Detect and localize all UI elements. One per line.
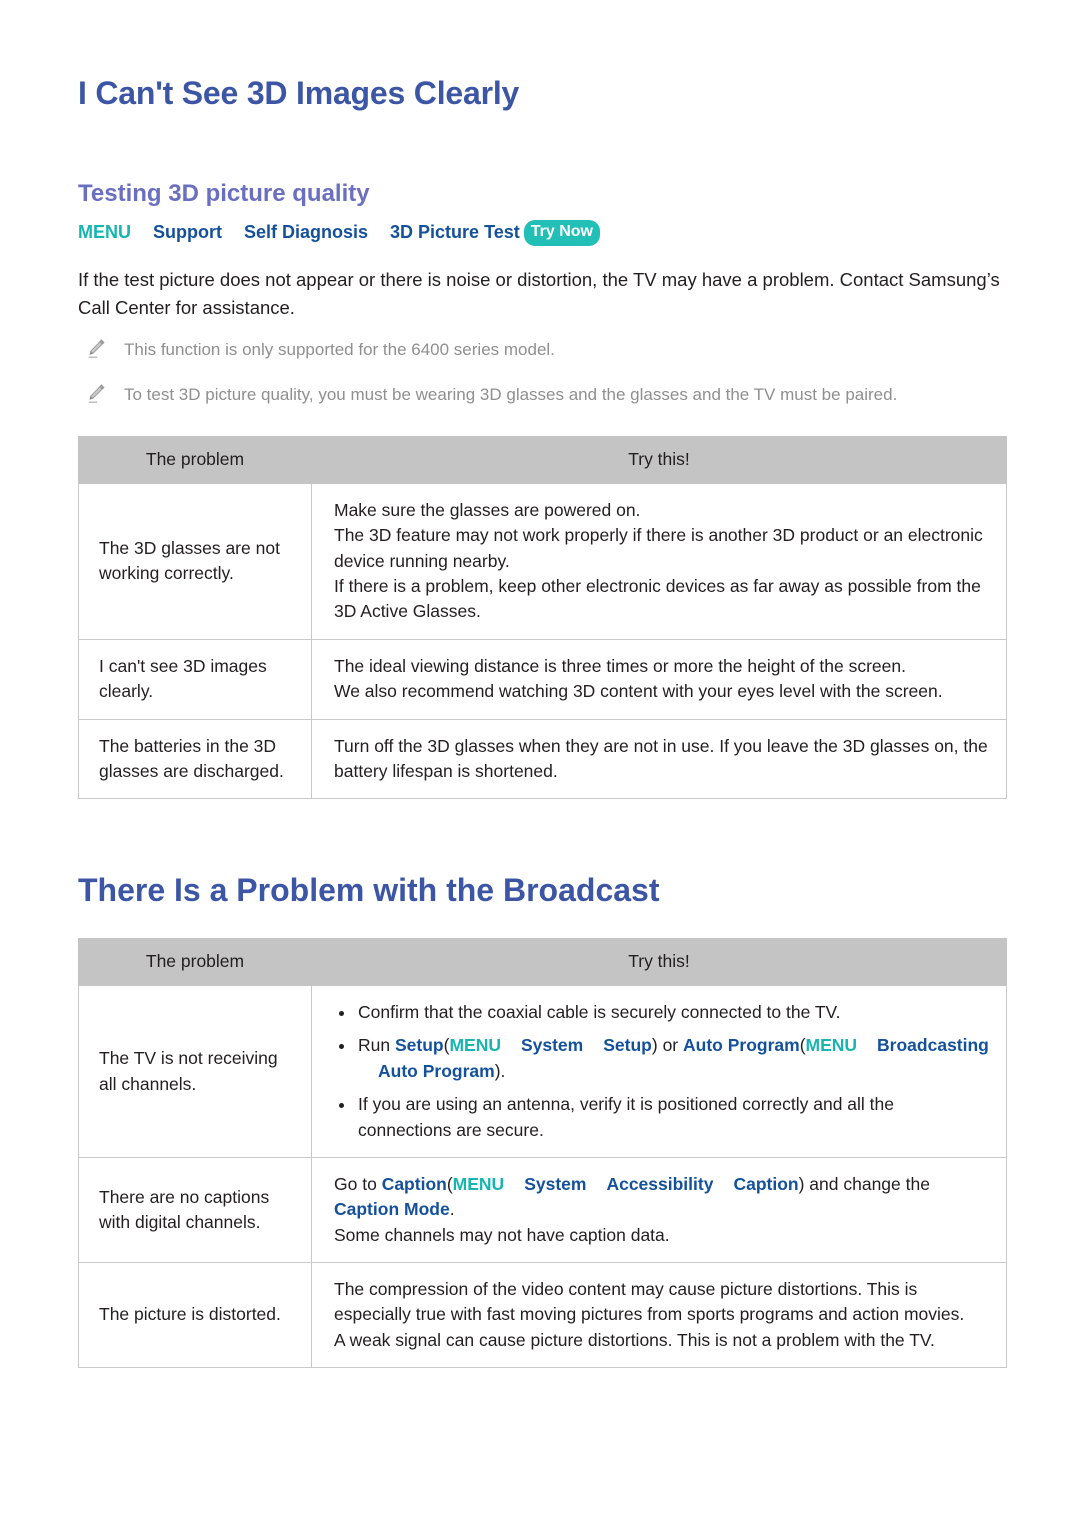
link-auto-program-sub[interactable]: Auto Program <box>378 1061 495 1081</box>
cell-try-this: The ideal viewing distance is three time… <box>311 638 1007 720</box>
try-now-badge[interactable]: Try Now <box>523 220 600 246</box>
table-row: The batteries in the 3D glasses are disc… <box>78 718 1007 800</box>
try-line: A weak signal can cause picture distorti… <box>334 1329 935 1350</box>
note-item: To test 3D picture quality, you must be … <box>84 382 1004 408</box>
table-header-row: The problem Try this! <box>78 937 1007 987</box>
try-line: Make sure the glasses are powered on. <box>334 499 641 520</box>
list-item: Confirm that the coaxial cable is secure… <box>334 1000 992 1025</box>
link-caption-sub[interactable]: Caption <box>733 1174 798 1194</box>
list-item: Run Setup(MENU System Setup) or Auto Progr… <box>334 1033 992 1084</box>
try-bullet-list: Confirm that the coaxial cable is secure… <box>334 1000 992 1143</box>
problem-line: all channels. <box>99 1073 197 1094</box>
paren: ) <box>651 1035 658 1056</box>
note-text: To test 3D picture quality, you must be … <box>124 384 898 404</box>
try-line: We also recommend watching 3D content wi… <box>334 681 943 702</box>
menu-path-menu-label[interactable]: MENU <box>78 222 131 242</box>
note-item: This function is only supported for the … <box>84 337 1004 363</box>
cell-problem: I can't see 3D images clearly. <box>78 638 312 720</box>
cell-problem: The TV is not receiving all channels. <box>78 985 312 1158</box>
cell-problem: The batteries in the 3D glasses are disc… <box>78 718 312 800</box>
menu-path-breadcrumb: MENU Support Self Diagnosis 3D Picture Test… <box>78 219 1004 248</box>
bullet-text: If you are using an antenna, verify it i… <box>358 1094 894 1140</box>
link-setup[interactable]: Setup <box>395 1035 444 1055</box>
and-change-text: and change the <box>809 1173 930 1194</box>
table-row: The TV is not receiving all channels. Co… <box>78 985 1007 1158</box>
cell-try-this: Go to Caption(MENU System Accessibility Cap… <box>311 1156 1007 1264</box>
menu-path-item-self-diagnosis[interactable]: Self Diagnosis <box>244 222 368 242</box>
problem-line: with digital channels. <box>99 1212 261 1233</box>
table-broadcast-problems: The problem Try this! The TV is not rece… <box>78 937 1007 1369</box>
bullet-text: Confirm that the coaxial cable is secure… <box>358 1002 841 1023</box>
problem-line: clearly. <box>99 681 154 702</box>
cell-try-this: Confirm that the coaxial cable is secure… <box>311 985 1007 1158</box>
link-system[interactable]: System <box>521 1035 583 1055</box>
column-header-try-this: Try this! <box>311 435 1007 484</box>
link-menu[interactable]: MENU <box>449 1035 501 1055</box>
cell-problem: The picture is distorted. <box>78 1262 312 1369</box>
link-system[interactable]: System <box>524 1174 586 1194</box>
try-line: The compression of the video content may… <box>334 1279 965 1325</box>
page-title-2: There Is a Problem with the Broadcast <box>78 872 660 909</box>
column-header-problem: The problem <box>78 937 312 987</box>
cell-try-this: Turn off the 3D glasses when they are no… <box>311 718 1007 800</box>
link-setup-sub[interactable]: Setup <box>603 1035 652 1055</box>
link-menu[interactable]: MENU <box>806 1035 858 1055</box>
menu-path-item-3d-picture-test[interactable]: 3D Picture Test <box>390 222 520 242</box>
menu-path-item-support[interactable]: Support <box>153 222 222 242</box>
list-item: If you are using an antenna, verify it i… <box>334 1092 992 1143</box>
caption-instruction: Go to Caption(MENU System Accessibility Cap… <box>334 1172 992 1223</box>
problem-line: There are no captions <box>99 1186 270 1207</box>
try-line: Turn off the 3D glasses when they are no… <box>334 735 988 781</box>
conjunction-or: or <box>662 1035 679 1056</box>
table-row: There are no captions with digital chann… <box>78 1156 1007 1264</box>
problem-line: glasses are discharged. <box>99 760 284 781</box>
cell-problem: The 3D glasses are not working correctly… <box>78 482 312 640</box>
table-row: I can't see 3D images clearly. The ideal… <box>78 638 1007 720</box>
link-caption-mode[interactable]: Caption Mode <box>334 1199 450 1219</box>
period: . <box>500 1060 506 1081</box>
problem-line: The TV is not receiving <box>99 1048 278 1069</box>
intro-paragraph: If the test picture does not appear or t… <box>78 268 1000 318</box>
go-to-text: Go to <box>334 1173 377 1194</box>
try-line: Some channels may not have caption data. <box>334 1224 670 1245</box>
note-text: This function is only supported for the … <box>124 340 555 360</box>
cell-problem: There are no captions with digital chann… <box>78 1156 312 1264</box>
link-menu[interactable]: MENU <box>453 1174 505 1194</box>
link-caption[interactable]: Caption <box>382 1174 447 1194</box>
problem-line: The batteries in the 3D <box>99 735 277 756</box>
column-header-problem: The problem <box>78 435 312 484</box>
problem-line: I can't see 3D images <box>99 655 267 676</box>
try-line: The ideal viewing distance is three time… <box>334 655 906 676</box>
pencil-icon <box>84 338 108 360</box>
cell-try-this: Make sure the glasses are powered on. Th… <box>311 482 1007 640</box>
link-accessibility[interactable]: Accessibility <box>606 1174 713 1194</box>
column-header-try-this: Try this! <box>311 937 1007 987</box>
cell-try-this: The compression of the video content may… <box>311 1262 1007 1369</box>
link-auto-program[interactable]: Auto Program <box>683 1035 800 1055</box>
try-line: If there is a problem, keep other electr… <box>334 576 981 622</box>
table-row: The 3D glasses are not working correctly… <box>78 482 1007 640</box>
document-page: I Can't See 3D Images Clearly Testing 3D… <box>0 0 1080 1527</box>
page-title: I Can't See 3D Images Clearly <box>78 75 520 111</box>
link-broadcasting[interactable]: Broadcasting <box>877 1035 989 1055</box>
table-3d-problems: The problem Try this! The 3D glasses are… <box>78 435 1007 800</box>
problem-line: working correctly. <box>99 563 234 584</box>
table-row: The picture is distorted. The compressio… <box>78 1262 1007 1369</box>
paren: ) <box>798 1173 805 1194</box>
pencil-icon <box>84 383 108 405</box>
table-header-row: The problem Try this! <box>78 435 1007 484</box>
problem-line: The 3D glasses are not <box>99 538 280 558</box>
period: . <box>449 1199 455 1220</box>
bullet-text-run: Run <box>358 1035 391 1056</box>
section-title: Testing 3D picture quality <box>78 180 370 208</box>
try-line: The 3D feature may not work properly if … <box>334 525 983 571</box>
problem-line: The picture is distorted. <box>99 1304 281 1325</box>
